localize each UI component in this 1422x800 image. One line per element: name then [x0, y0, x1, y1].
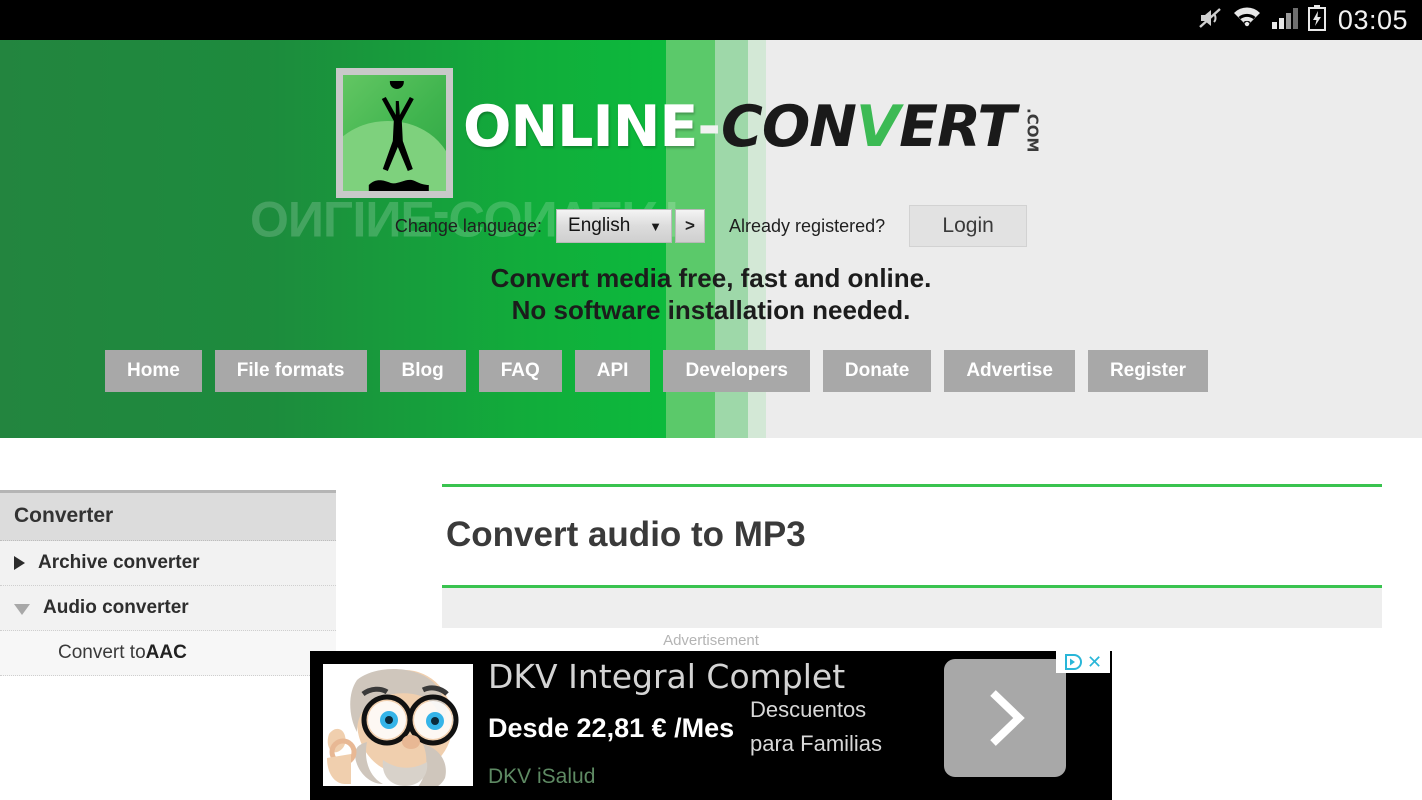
battery-charging-icon — [1307, 4, 1326, 36]
mute-icon — [1197, 5, 1223, 36]
sidebar-item-archive-converter[interactable]: Archive converter — [0, 541, 336, 586]
page-content: Converter Archive converter Audio conver… — [0, 438, 1422, 800]
logo-online-text: ONLINE — [463, 94, 698, 160]
nav-item-home[interactable]: Home — [105, 350, 202, 392]
ad-description-line-1: Descuentos — [750, 697, 867, 722]
nav-item-donate[interactable]: Donate — [822, 350, 932, 392]
tagline-line-1: Convert media free, fast and online. — [490, 263, 932, 293]
login-button[interactable]: Login — [909, 205, 1028, 247]
ad-price: Desde 22,81 € /Mes — [488, 713, 735, 743]
logo-convert-pre: CON — [721, 94, 857, 160]
nav-item-developers[interactable]: Developers — [663, 350, 810, 392]
ad-cta-button[interactable] — [944, 659, 1066, 777]
logo-com-text: .COM — [1023, 107, 1042, 152]
advertisement-label: Advertisement — [663, 632, 759, 649]
logo-wordmark: ONLINE-CONVERT .COM — [463, 94, 1041, 160]
nav-item-faq[interactable]: FAQ — [478, 350, 562, 392]
main-navigation: Home File formats Blog FAQ API Developer… — [105, 350, 1208, 392]
change-language-label: Change language: — [394, 215, 543, 236]
ad-controls[interactable]: ✕ — [1056, 651, 1110, 673]
sidebar-item-audio-converter[interactable]: Audio converter — [0, 586, 336, 631]
ad-creative-image — [323, 664, 473, 786]
main-panel: Convert audio to MP3 — [442, 484, 1382, 628]
nav-item-file-formats[interactable]: File formats — [214, 350, 367, 392]
advertisement-banner[interactable]: DKV Integral Complet Desde 22,81 € /Mes … — [310, 651, 1112, 800]
page-title: Convert audio to MP3 — [446, 515, 806, 554]
form-panel-placeholder — [442, 588, 1382, 628]
site-header: ONLINE-CONVERT .COM ONLINE-CONVERT Chang… — [0, 40, 1422, 438]
language-bar: Change language: English ▼ > Already reg… — [0, 205, 1422, 247]
nav-item-api[interactable]: API — [574, 350, 651, 392]
nav-item-register[interactable]: Register — [1087, 350, 1208, 392]
tagline-line-2: No software installation needed. — [511, 295, 911, 325]
logo-dash: - — [697, 94, 722, 160]
logo-person-icon — [336, 68, 453, 198]
adchoices-icon — [1064, 654, 1082, 670]
language-go-button[interactable]: > — [675, 209, 706, 243]
triangle-right-icon — [14, 556, 25, 570]
status-clock: 03:05 — [1337, 4, 1408, 35]
nav-item-advertise[interactable]: Advertise — [944, 350, 1075, 392]
sidebar-item-label: Archive converter — [38, 552, 200, 573]
ad-headline: DKV Integral Complet — [488, 657, 846, 696]
chevron-right-icon — [990, 690, 1025, 746]
logo-convert-v: V — [856, 94, 900, 160]
sidebar-item-label: Audio converter — [43, 597, 189, 618]
already-registered-label: Already registered? — [729, 215, 886, 236]
close-icon[interactable]: ✕ — [1087, 653, 1102, 671]
triangle-down-icon — [14, 604, 30, 615]
android-status-bar: 03:05 — [0, 0, 1422, 40]
signal-icon — [1271, 6, 1299, 35]
ad-description-line-2: para Familias — [750, 731, 883, 756]
status-icons — [1197, 4, 1326, 36]
sidebar-heading-converter: Converter — [0, 493, 336, 541]
logo-convert-post: ERT — [899, 94, 1016, 160]
site-logo[interactable]: ONLINE-CONVERT .COM — [336, 68, 1041, 198]
ad-description: Descuentos para Familias — [750, 693, 882, 761]
language-select[interactable]: English ▼ — [556, 209, 673, 243]
chevron-down-icon: ▼ — [649, 218, 663, 234]
wifi-icon — [1232, 6, 1262, 35]
nav-item-blog[interactable]: Blog — [379, 350, 466, 392]
site-tagline: Convert media free, fast and online. No … — [0, 262, 1422, 326]
language-selected-value: English — [568, 215, 631, 236]
ad-brand: DKV iSalud — [488, 765, 596, 788]
